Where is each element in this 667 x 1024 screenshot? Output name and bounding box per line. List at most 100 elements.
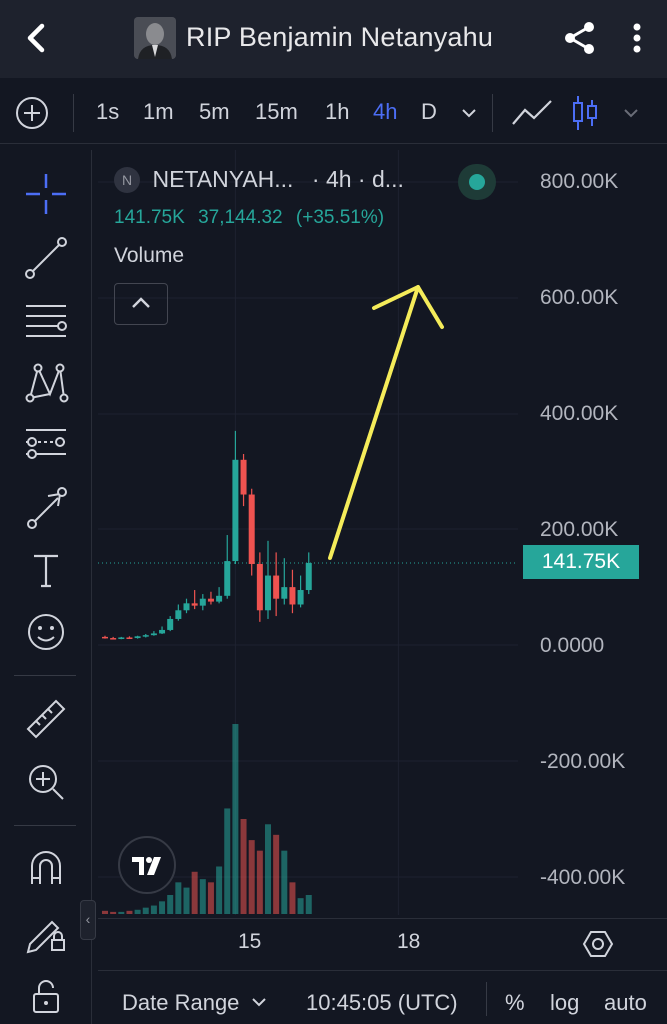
chevron-down-icon[interactable] [620, 102, 642, 124]
candle [305, 562, 312, 591]
ruler-icon[interactable] [22, 695, 70, 743]
chevron-down-icon [251, 998, 266, 1007]
last-price-label: 141.75K [523, 545, 639, 579]
avatar [134, 17, 176, 59]
candle [289, 587, 296, 605]
symbol-meta[interactable]: · 4h · d... [312, 166, 404, 192]
magnet-icon[interactable] [22, 844, 70, 892]
tf-1s[interactable]: 1s [96, 99, 119, 125]
tf-5m[interactable]: 5m [199, 99, 230, 125]
candle [216, 595, 223, 602]
candle [150, 633, 157, 636]
volume-bar [207, 882, 214, 914]
volume-bar [256, 850, 263, 914]
fib-retracement-icon[interactable] [22, 296, 70, 344]
volume-bar [110, 911, 117, 914]
candle [159, 629, 166, 634]
volume-bar [183, 887, 190, 914]
collapse-legend-button[interactable] [114, 283, 168, 325]
market-status-icon[interactable] [458, 164, 496, 200]
candle [281, 587, 288, 599]
emoji-icon[interactable] [22, 608, 70, 656]
volume-bar [248, 840, 255, 914]
candle [191, 603, 198, 606]
volume-bar [142, 907, 149, 914]
tf-1h[interactable]: 1h [325, 99, 349, 125]
crosshair-icon[interactable] [22, 170, 70, 218]
candle [240, 459, 247, 495]
line-chart-icon[interactable] [510, 96, 554, 130]
auto-scale-button[interactable]: auto [604, 990, 647, 1016]
volume-bar [232, 724, 239, 914]
trend-line-icon[interactable] [22, 234, 70, 282]
candle [110, 638, 117, 640]
volume-bar [175, 882, 182, 914]
drawing-toolbar [0, 150, 92, 1024]
add-indicator-icon[interactable] [14, 95, 50, 131]
volume-bar [126, 910, 133, 914]
timeframe-toolbar: 1s 1m 5m 15m 1h 4h D [0, 82, 667, 144]
price-tick: -200.00K [540, 750, 626, 773]
chevron-down-icon[interactable] [458, 102, 480, 124]
volume-bar [297, 898, 304, 914]
candle [207, 598, 214, 602]
symbol-badge: N [114, 166, 140, 193]
text-tool-icon[interactable] [22, 546, 70, 594]
divider [14, 825, 76, 826]
legend: N NETANYAH... · 4h · d... [114, 166, 404, 193]
share-icon[interactable] [560, 18, 600, 58]
candle [199, 598, 206, 606]
tf-4h[interactable]: 4h [373, 99, 397, 125]
clock[interactable]: 10:45:05 (UTC) [306, 990, 458, 1016]
date-range-label: Date Range [122, 990, 240, 1015]
candle [256, 563, 263, 611]
change-percent: (+35.51%) [295, 207, 385, 228]
forecast-icon[interactable] [22, 420, 70, 468]
candle [183, 603, 190, 611]
log-scale-button[interactable]: log [550, 990, 579, 1016]
candle [297, 590, 304, 605]
tf-1m[interactable]: 1m [143, 99, 174, 125]
toolbar-collapse-button[interactable]: ‹ [80, 900, 96, 940]
percent-scale-button[interactable]: % [505, 990, 525, 1016]
price-tick: 0.0000 [540, 634, 605, 657]
price-tick: 800.00K [540, 170, 619, 193]
tf-15m[interactable]: 15m [255, 99, 298, 125]
tradingview-logo-icon[interactable] [118, 836, 176, 894]
date-range-button[interactable]: Date Range [122, 990, 268, 1016]
zoom-in-icon[interactable] [22, 758, 70, 806]
volume-bar [191, 871, 198, 914]
more-vertical-icon[interactable] [622, 18, 652, 58]
volume-label[interactable]: Volume [114, 244, 184, 268]
change-value: 37,144.32 [198, 207, 283, 228]
candle [126, 637, 133, 639]
price-tick: 200.00K [540, 518, 619, 541]
lock-drawing-icon[interactable] [22, 908, 70, 956]
candle [134, 636, 141, 639]
last-value: 141.75K [114, 207, 185, 228]
arrow-tool-icon[interactable] [22, 484, 70, 532]
volume-bar [102, 910, 108, 914]
back-arrow-icon[interactable] [16, 18, 56, 58]
pattern-icon[interactable] [22, 358, 70, 406]
candle [273, 575, 280, 599]
volume-bar [265, 824, 271, 914]
volume-bar [281, 850, 288, 914]
symbol-name[interactable]: NETANYAH... [152, 166, 293, 192]
candle [265, 575, 271, 611]
candle [167, 618, 174, 630]
candle [224, 561, 231, 596]
time-tick: 15 [238, 930, 262, 953]
price-tick: 400.00K [540, 402, 619, 425]
volume-bar [199, 879, 206, 914]
candles-chart-icon[interactable] [570, 94, 600, 132]
volume-bar [118, 911, 125, 914]
candle [142, 635, 149, 637]
volume-bar [150, 905, 157, 914]
divider [73, 94, 74, 132]
price-readout: 141.75K 37,144.32 (+35.51%) [114, 207, 392, 229]
tf-d[interactable]: D [421, 99, 437, 125]
settings-icon[interactable] [582, 928, 614, 960]
time-tick: 18 [397, 930, 421, 953]
lock-icon[interactable] [22, 972, 70, 1020]
